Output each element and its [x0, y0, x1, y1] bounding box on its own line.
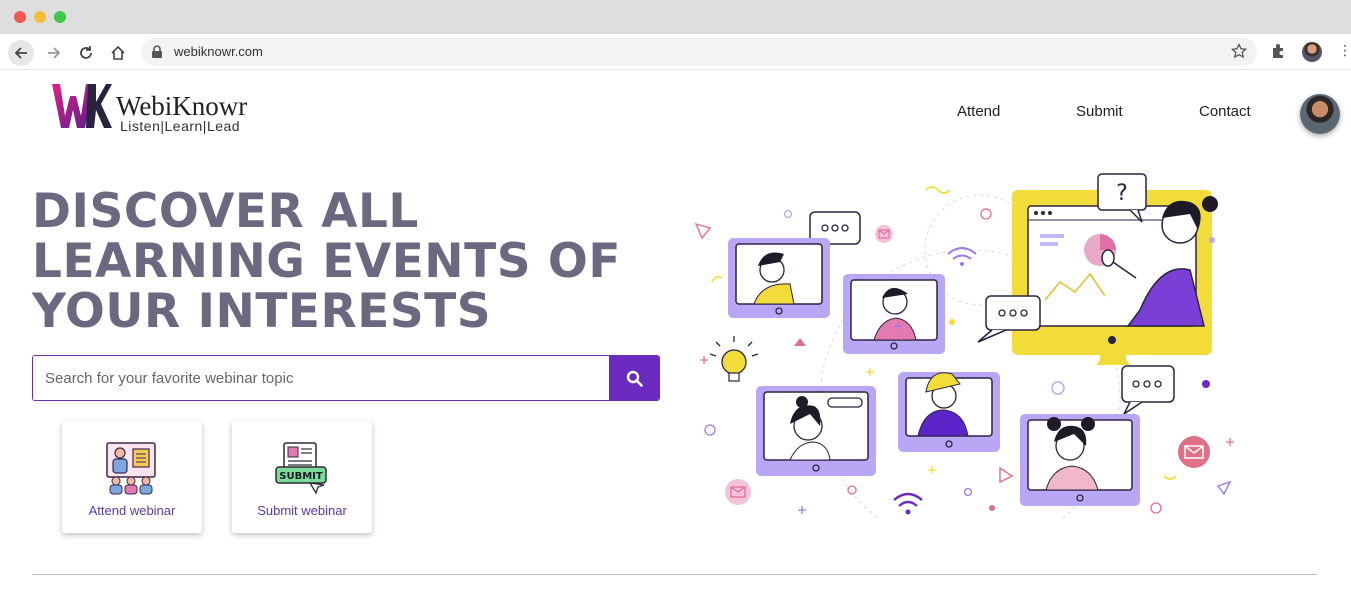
wifi-icon: [947, 247, 977, 266]
webinar-illustration: ?: [694, 173, 1234, 520]
video-participant-tile: [898, 372, 1000, 452]
nav-contact[interactable]: Contact: [1199, 103, 1251, 120]
video-participant-tile: [728, 238, 830, 318]
mail-icon: [875, 225, 893, 243]
nav-submit[interactable]: Submit: [1076, 103, 1123, 120]
reload-button[interactable]: [73, 40, 99, 66]
submit-badge-text: SUBMIT: [279, 471, 323, 482]
url-text: webiknowr.com: [174, 44, 263, 59]
submit-webinar-card[interactable]: SUBMIT Submit webinar: [232, 421, 372, 533]
maximize-window-button[interactable]: [54, 11, 66, 23]
submit-webinar-label: Submit webinar: [257, 503, 347, 518]
presenter-monitor: [1012, 190, 1218, 365]
browser-toolbar: webiknowr.com ⋮: [0, 34, 1351, 70]
mail-icon: [725, 479, 751, 505]
site-logo[interactable]: WebiKnowr Listen|Learn|Lead: [50, 82, 280, 134]
forward-button[interactable]: [41, 40, 67, 66]
close-window-button[interactable]: [14, 11, 26, 23]
search-button[interactable]: [609, 356, 659, 400]
attend-webinar-card[interactable]: Attend webinar: [62, 421, 202, 533]
arrow-right-icon: [48, 47, 61, 59]
svg-text:?: ?: [1116, 181, 1128, 206]
browser-menu-icon[interactable]: ⋮: [1338, 43, 1351, 59]
nav-attend[interactable]: Attend: [957, 103, 1000, 120]
section-divider: [32, 574, 1317, 575]
site-header: WebiKnowr Listen|Learn|Lead Attend Submi…: [0, 70, 1351, 145]
home-icon: [111, 45, 125, 60]
lock-icon: [152, 45, 162, 58]
lightbulb-icon: [709, 336, 759, 382]
hero-title-line-3: YOUR INTERESTS: [32, 284, 492, 339]
address-bar[interactable]: webiknowr.com: [141, 38, 1257, 66]
user-avatar[interactable]: [1300, 94, 1340, 134]
hero-title: DISCOVER ALL LEARNING EVENTS OF YOUR INT…: [32, 187, 652, 337]
browser-profile-avatar[interactable]: [1302, 42, 1322, 62]
hero-title-line-2: LEARNING EVENTS OF: [32, 234, 621, 289]
home-button[interactable]: [105, 40, 131, 66]
extensions-puzzle-icon[interactable]: [1270, 42, 1288, 60]
hero-title-line-1: DISCOVER ALL: [32, 184, 419, 239]
attend-webinar-label: Attend webinar: [88, 503, 176, 518]
minimize-window-button[interactable]: [34, 11, 46, 23]
search-bar: [32, 355, 660, 401]
logo-tagline: Listen|Learn|Lead: [120, 118, 241, 134]
arrow-left-icon: [14, 47, 27, 59]
back-button[interactable]: [8, 40, 34, 66]
reload-icon: [80, 46, 92, 59]
browser-titlebar: [0, 0, 1351, 34]
attend-webinar-icon: [106, 442, 156, 495]
wk-logo-icon: [52, 84, 112, 128]
chat-bubble: [1121, 365, 1175, 417]
video-participant-tile: [756, 386, 876, 476]
search-icon: [626, 370, 643, 387]
bookmark-star-icon[interactable]: [1231, 43, 1247, 59]
wifi-icon: [893, 492, 923, 515]
video-participant-tile: [843, 274, 945, 354]
search-input[interactable]: [33, 356, 611, 400]
mail-icon: [1178, 436, 1210, 468]
video-participant-tile: [1020, 414, 1140, 506]
submit-webinar-icon: SUBMIT: [275, 442, 327, 495]
webpage: WebiKnowr Listen|Learn|Lead Attend Submi…: [0, 70, 1351, 609]
